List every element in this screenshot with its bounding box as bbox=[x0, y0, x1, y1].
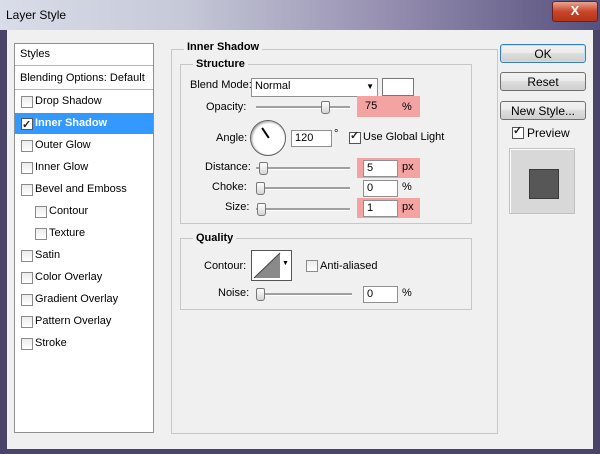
style-label-bevel-and-emboss: Bevel and Emboss bbox=[35, 183, 127, 195]
style-label-satin: Satin bbox=[35, 249, 61, 261]
style-checkbox-satin[interactable] bbox=[21, 250, 33, 262]
chevron-down-icon: ▼ bbox=[366, 82, 374, 91]
distance-label: Distance: bbox=[205, 161, 251, 173]
quality-group bbox=[180, 238, 472, 310]
style-checkbox-stroke[interactable] bbox=[21, 338, 33, 350]
angle-dial[interactable] bbox=[250, 120, 286, 156]
styles-list: Styles Blending Options: Default Drop Sh… bbox=[14, 43, 154, 433]
contour-label: Contour: bbox=[204, 260, 247, 272]
opacity-slider-thumb[interactable] bbox=[320, 101, 330, 114]
blend-mode-select[interactable]: Normal ▼ bbox=[251, 78, 378, 97]
noise-label: Noise: bbox=[218, 287, 250, 299]
choke-label: Choke: bbox=[212, 181, 247, 193]
blending-options-item[interactable]: Blending Options: Default bbox=[15, 68, 153, 90]
style-item-drop-shadow[interactable]: Drop Shadow bbox=[15, 91, 153, 112]
style-checkbox-pattern-overlay[interactable] bbox=[21, 316, 33, 328]
close-button[interactable]: X bbox=[552, 1, 598, 22]
noise-field[interactable]: 0 bbox=[363, 286, 398, 303]
size-slider-track[interactable] bbox=[256, 208, 350, 211]
contour-picker[interactable] bbox=[251, 250, 283, 281]
style-label-outer-glow: Outer Glow bbox=[35, 139, 91, 151]
contour-curve-icon bbox=[253, 252, 281, 279]
styles-header[interactable]: Styles bbox=[15, 44, 153, 66]
style-checkbox-outer-glow[interactable] bbox=[21, 140, 33, 152]
opacity-field[interactable]: 75 bbox=[362, 99, 397, 116]
style-item-texture[interactable]: Texture bbox=[15, 223, 153, 244]
style-label-inner-glow: Inner Glow bbox=[35, 161, 89, 173]
style-item-outer-glow[interactable]: Outer Glow bbox=[15, 135, 153, 156]
noise-slider-thumb[interactable] bbox=[256, 288, 265, 301]
use-global-light-label: Use Global Light bbox=[363, 131, 445, 143]
distance-field[interactable]: 5 bbox=[363, 160, 398, 177]
style-item-color-overlay[interactable]: Color Overlay bbox=[15, 267, 153, 288]
title-bar: Layer Style X bbox=[0, 0, 600, 30]
style-label-inner-shadow: Inner Shadow bbox=[35, 117, 108, 129]
size-unit: px bbox=[402, 201, 414, 213]
style-checkbox-texture[interactable] bbox=[35, 228, 47, 240]
opacity-slider-track[interactable] bbox=[256, 106, 350, 109]
preview-checkbox[interactable] bbox=[512, 124, 524, 139]
style-label-contour: Contour bbox=[49, 205, 89, 217]
window-title: Layer Style bbox=[6, 8, 67, 22]
size-field[interactable]: 1 bbox=[363, 200, 398, 217]
choke-slider-thumb[interactable] bbox=[256, 182, 265, 195]
style-label-drop-shadow: Drop Shadow bbox=[35, 95, 102, 107]
distance-unit: px bbox=[402, 161, 414, 173]
opacity-unit: % bbox=[402, 101, 412, 113]
chevron-down-icon: ▼ bbox=[282, 260, 289, 267]
preview-label: Preview bbox=[527, 126, 570, 140]
style-preview bbox=[509, 148, 575, 214]
style-checkbox-drop-shadow[interactable] bbox=[21, 96, 33, 108]
style-checkbox-inner-glow[interactable] bbox=[21, 162, 33, 174]
style-label-texture: Texture bbox=[49, 227, 86, 239]
distance-slider-thumb[interactable] bbox=[258, 162, 268, 175]
blending-options-label: Blending Options: Default bbox=[20, 72, 145, 84]
shadow-color-swatch[interactable] bbox=[382, 78, 414, 96]
style-label-color-overlay: Color Overlay bbox=[35, 271, 103, 283]
choke-field[interactable]: 0 bbox=[363, 180, 398, 197]
anti-aliased-checkbox[interactable] bbox=[306, 260, 318, 272]
preview-swatch bbox=[529, 169, 559, 199]
noise-unit: % bbox=[402, 287, 412, 299]
style-checkbox-bevel-and-emboss[interactable] bbox=[21, 184, 33, 196]
styles-header-label: Styles bbox=[20, 48, 50, 60]
blend-mode-label: Blend Mode: bbox=[190, 79, 252, 91]
style-checkbox-contour[interactable] bbox=[35, 206, 47, 218]
style-item-contour[interactable]: Contour bbox=[15, 201, 153, 222]
style-item-satin[interactable]: Satin bbox=[15, 245, 153, 266]
style-checkbox-inner-shadow[interactable] bbox=[21, 115, 33, 136]
style-item-pattern-overlay[interactable]: Pattern Overlay bbox=[15, 311, 153, 332]
angle-needle-icon bbox=[261, 127, 270, 139]
choke-slider-track[interactable] bbox=[256, 187, 350, 190]
angle-label: Angle: bbox=[216, 132, 248, 144]
inner-shadow-title: Inner Shadow bbox=[184, 41, 263, 53]
structure-title: Structure bbox=[193, 58, 248, 70]
size-slider-thumb[interactable] bbox=[256, 203, 266, 216]
noise-slider-track[interactable] bbox=[256, 293, 352, 296]
style-item-inner-shadow[interactable]: Inner Shadow bbox=[15, 113, 153, 136]
use-global-light-checkbox[interactable] bbox=[349, 129, 361, 144]
style-label-gradient-overlay: Gradient Overlay bbox=[35, 293, 119, 305]
style-label-pattern-overlay: Pattern Overlay bbox=[35, 315, 112, 327]
style-item-gradient-overlay[interactable]: Gradient Overlay bbox=[15, 289, 153, 310]
new-style-button[interactable]: New Style... bbox=[500, 101, 586, 120]
angle-unit: ° bbox=[334, 128, 339, 140]
angle-field[interactable]: 120 bbox=[291, 130, 332, 147]
style-item-stroke[interactable]: Stroke bbox=[15, 333, 153, 354]
blend-mode-value: Normal bbox=[255, 80, 291, 92]
style-item-inner-glow[interactable]: Inner Glow bbox=[15, 157, 153, 178]
style-label-stroke: Stroke bbox=[35, 337, 67, 349]
ok-button[interactable]: OK bbox=[500, 44, 586, 63]
choke-unit: % bbox=[402, 181, 412, 193]
anti-aliased-label: Anti-aliased bbox=[320, 260, 378, 272]
style-item-bevel-and-emboss[interactable]: Bevel and Emboss bbox=[15, 179, 153, 200]
distance-slider-track[interactable] bbox=[256, 167, 350, 170]
size-label: Size: bbox=[225, 201, 250, 213]
style-checkbox-color-overlay[interactable] bbox=[21, 272, 33, 284]
quality-title: Quality bbox=[193, 232, 237, 244]
contour-dropdown-button[interactable]: ▼ bbox=[281, 250, 292, 281]
reset-button[interactable]: Reset bbox=[500, 72, 586, 91]
opacity-label: Opacity: bbox=[206, 101, 247, 113]
style-checkbox-gradient-overlay[interactable] bbox=[21, 294, 33, 306]
